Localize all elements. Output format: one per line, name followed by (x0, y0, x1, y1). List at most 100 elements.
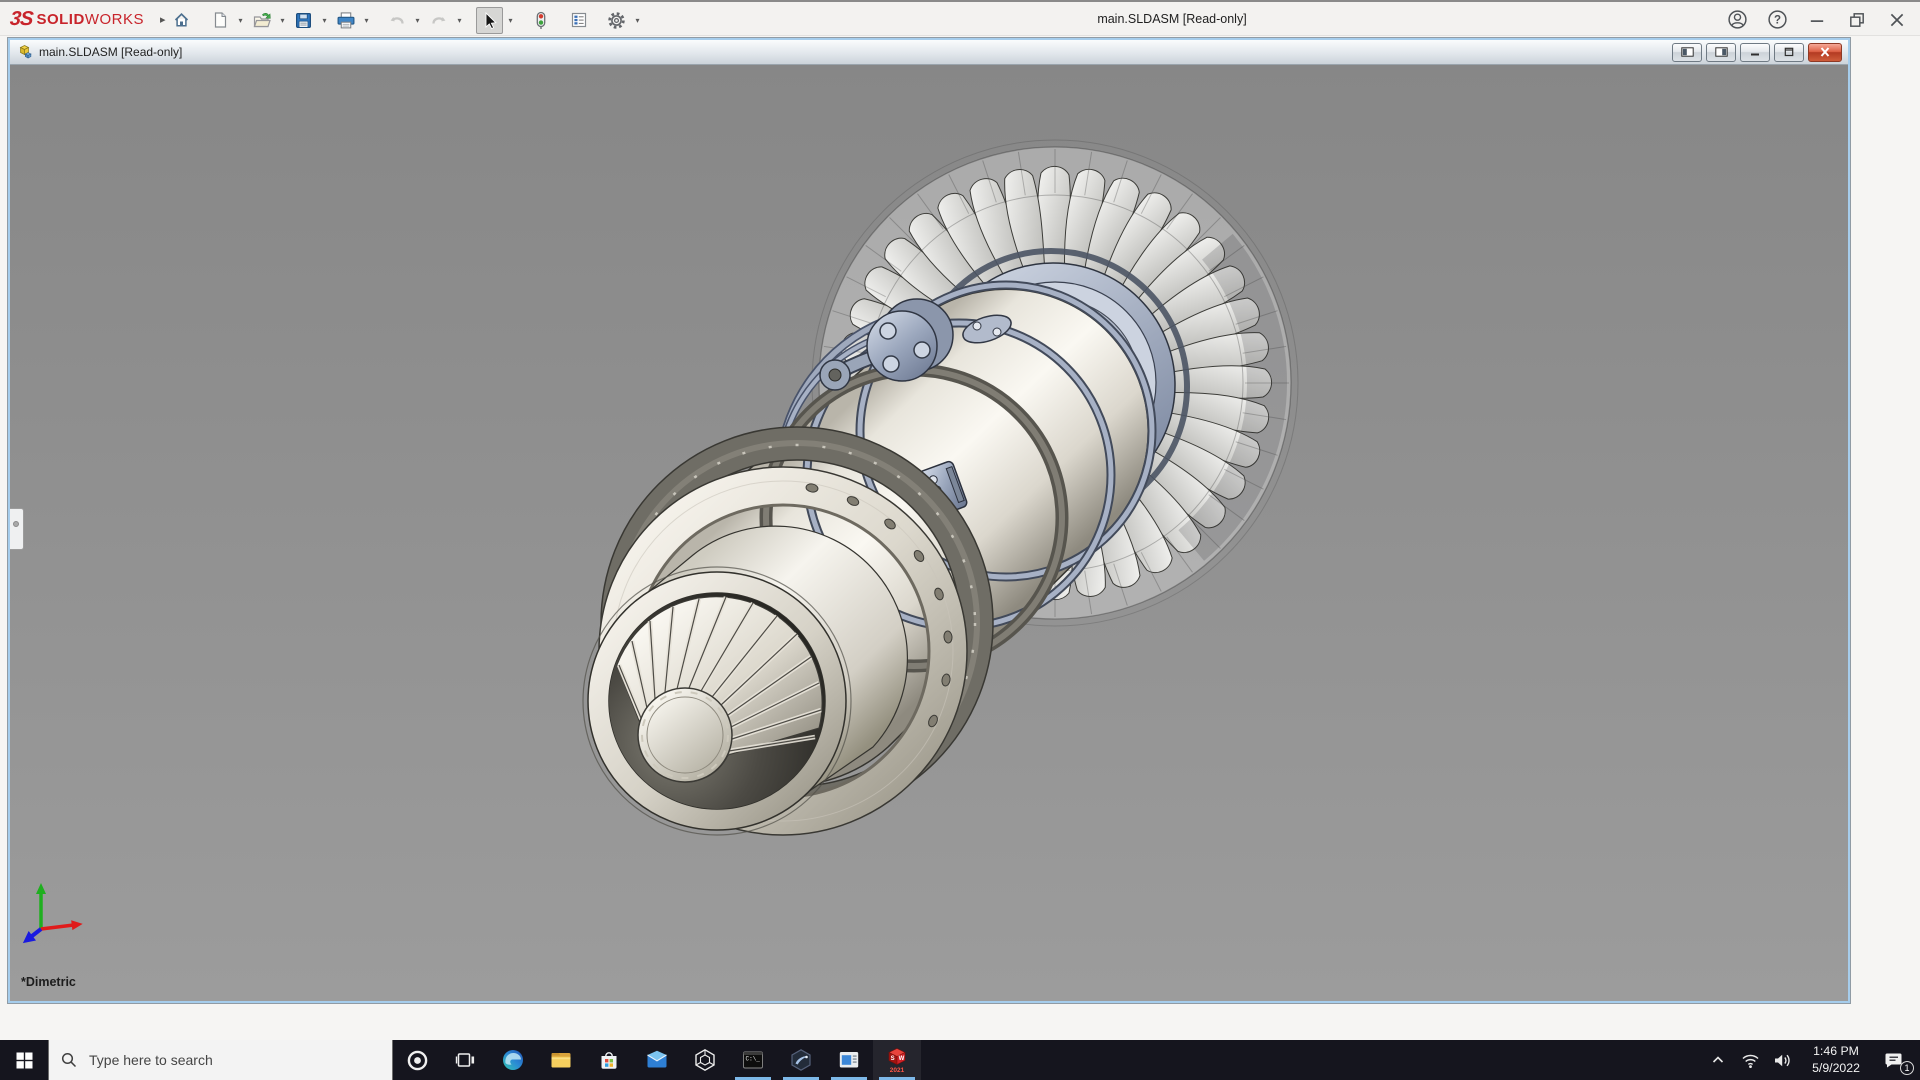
rebuild-button[interactable] (527, 7, 554, 34)
titlebar-right-controls: ? (1726, 2, 1908, 37)
new-document-icon (211, 11, 229, 29)
print-dropdown[interactable]: ▾ (361, 7, 372, 34)
doc-minimize-button[interactable] (1740, 43, 1770, 62)
store-icon (597, 1048, 621, 1072)
svg-text:?: ? (1773, 15, 1780, 27)
assembly-document-icon (16, 44, 33, 60)
command-prompt-icon: C:\_ (741, 1048, 765, 1072)
action-center-button[interactable]: 1 (1874, 1040, 1914, 1080)
taskbar: C:\_ S W (0, 1040, 1920, 1080)
taskbar-icon-command-prompt[interactable]: C:\_ (729, 1040, 777, 1080)
doc-pane-left-button[interactable] (1672, 43, 1702, 62)
edrawings-icon (789, 1048, 813, 1072)
pane-right-icon (1715, 47, 1728, 57)
cmd-prompt-text: C:\_ (746, 1056, 761, 1063)
tab-handle-dot (13, 521, 19, 527)
triad-y-axis (36, 883, 46, 929)
breadcrumb-expand-icon[interactable]: ▸ (160, 13, 166, 26)
app-titlebar: 3S SOLIDWORKS ▸ ▾ (0, 0, 1920, 36)
display-options-button[interactable] (565, 7, 592, 34)
task-view-icon (454, 1049, 476, 1071)
taskbar-icon-edrawings[interactable] (777, 1040, 825, 1080)
open-folder-icon (251, 11, 273, 30)
taskbar-clock[interactable]: 1:46 PM 5/9/2022 (1798, 1043, 1874, 1076)
redo-dropdown[interactable]: ▾ (454, 7, 465, 34)
undo-button[interactable] (383, 7, 410, 34)
tray-chevron-button[interactable] (1702, 1040, 1734, 1080)
app-window-title: main.SLDASM [Read-only] (1097, 2, 1246, 37)
wifi-icon (1741, 1052, 1760, 1069)
doc-close-button[interactable] (1808, 43, 1842, 62)
redo-button[interactable] (425, 7, 452, 34)
engine-3d-model (575, 123, 1345, 863)
taskbar-icon-file-explorer[interactable] (537, 1040, 585, 1080)
clock-time: 1:46 PM (1798, 1043, 1874, 1060)
document-window-controls (1672, 43, 1842, 62)
solidworks-logo-works: WORKS (85, 11, 144, 28)
triad-x-axis (40, 919, 83, 934)
new-document-button[interactable] (206, 7, 233, 34)
chevron-up-icon (1710, 1052, 1726, 1068)
speaker-icon (1773, 1052, 1792, 1069)
account-button[interactable] (1726, 9, 1748, 31)
print-icon (336, 11, 356, 30)
help-button[interactable]: ? (1766, 9, 1788, 31)
select-tool-button[interactable] (476, 7, 503, 34)
save-button[interactable] (290, 7, 317, 34)
taskbar-search[interactable] (48, 1040, 393, 1080)
document-title: main.SLDASM [Read-only] (39, 45, 182, 59)
open-dropdown[interactable]: ▾ (277, 7, 288, 34)
document-titlebar[interactable]: main.SLDASM [Read-only] (10, 40, 1848, 65)
pane-left-icon (1681, 47, 1694, 57)
doc-minimize-icon (1749, 47, 1761, 57)
main-toolbar: ▾ ▾ ▾ (168, 4, 643, 36)
tray-network-button[interactable] (1734, 1040, 1766, 1080)
3d-viewer-icon (693, 1048, 717, 1072)
feature-manager-collapsed-tab[interactable] (10, 508, 24, 550)
sw-icon-letter-s: S (891, 1055, 895, 1061)
file-explorer-icon (549, 1048, 573, 1072)
settings-button[interactable] (603, 7, 630, 34)
taskbar-icon-app-window[interactable] (825, 1040, 873, 1080)
select-cursor-icon (480, 11, 499, 30)
doc-restore-button[interactable] (1774, 43, 1804, 62)
print-button[interactable] (332, 7, 359, 34)
taskbar-icon-store[interactable] (585, 1040, 633, 1080)
solidworks-logo: 3S SOLIDWORKS ▸ (10, 2, 166, 36)
close-button[interactable] (1886, 9, 1908, 31)
taskbar-icon-task-view[interactable] (441, 1040, 489, 1080)
doc-close-icon (1819, 47, 1831, 57)
home-button[interactable] (168, 7, 195, 34)
orientation-triad[interactable] (18, 875, 110, 971)
app-window-icon (837, 1048, 861, 1072)
graphics-viewport[interactable]: *Dimetric (10, 65, 1848, 1001)
search-input[interactable] (87, 1051, 392, 1069)
tray-volume-button[interactable] (1766, 1040, 1798, 1080)
restore-button[interactable] (1846, 9, 1868, 31)
system-tray: 1:46 PM 5/9/2022 1 (1702, 1040, 1920, 1080)
save-dropdown[interactable]: ▾ (319, 7, 330, 34)
edge-icon (501, 1048, 525, 1072)
taskbar-icon-3d-viewer[interactable] (681, 1040, 729, 1080)
undo-dropdown[interactable]: ▾ (412, 7, 423, 34)
taskbar-icon-mail[interactable] (633, 1040, 681, 1080)
save-icon (294, 11, 313, 30)
minimize-button[interactable] (1806, 9, 1828, 31)
taskbar-icon-solidworks[interactable]: S W 2021 (873, 1040, 921, 1080)
settings-dropdown[interactable]: ▾ (632, 7, 643, 34)
home-icon (172, 11, 191, 29)
new-document-dropdown[interactable]: ▾ (235, 7, 246, 34)
sw-icon-letter-w: W (899, 1055, 905, 1061)
solidworks-2021-icon: S W 2021 (884, 1047, 910, 1074)
select-tool-dropdown[interactable]: ▾ (505, 7, 516, 34)
open-button[interactable] (248, 7, 275, 34)
doc-pane-right-button[interactable] (1706, 43, 1736, 62)
solidworks-application: 3S SOLIDWORKS ▸ ▾ (0, 0, 1920, 1080)
start-button[interactable] (0, 1040, 48, 1080)
redo-icon (429, 11, 449, 29)
search-icon (61, 1052, 77, 1068)
settings-gear-icon (607, 11, 626, 30)
taskbar-icon-cortana[interactable] (393, 1040, 441, 1080)
solidworks-logo-mark: 3S (9, 8, 34, 31)
taskbar-icon-edge[interactable] (489, 1040, 537, 1080)
